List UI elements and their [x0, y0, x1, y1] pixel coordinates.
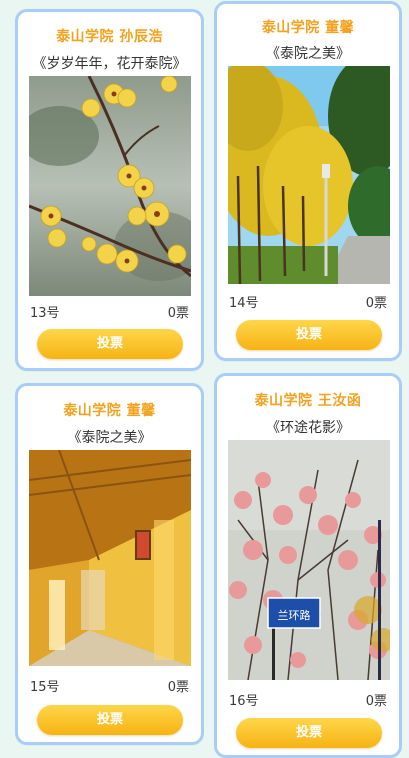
wintersweet-blossom-photo [29, 76, 191, 296]
entry-photo[interactable] [228, 66, 390, 284]
vote-count: 0票 [365, 694, 387, 709]
entry-card-15[interactable]: 泰山学院 董馨 《泰院之美》 15号 0票 投票 [15, 383, 204, 745]
entry-number: 14号 [229, 296, 259, 311]
card-author: 泰山学院 董馨 [261, 20, 355, 36]
card-author: 泰山学院 孙辰浩 [56, 29, 163, 45]
entry-number: 16号 [229, 694, 259, 709]
entry-number: 13号 [30, 306, 60, 321]
vote-count: 0票 [365, 296, 387, 311]
entry-photo[interactable] [29, 76, 191, 296]
vote-button[interactable]: 投票 [37, 705, 183, 735]
vote-button[interactable]: 投票 [236, 320, 382, 350]
sunlit-corridor-photo [29, 450, 191, 666]
card-author: 泰山学院 王汝函 [254, 393, 362, 409]
entry-photo[interactable]: 兰环路 [228, 440, 390, 680]
vote-count: 0票 [167, 306, 189, 321]
entry-card-13[interactable]: 泰山学院 孙辰浩 《岁岁年年，花开泰院》 13号 0票 投票 [15, 9, 204, 371]
plum-blossom-sign-photo: 兰环路 [228, 440, 390, 680]
card-title: 《泰院之美》 [266, 46, 350, 62]
vote-button[interactable]: 投票 [37, 329, 183, 359]
road-sign-text: 兰环路 [278, 609, 311, 622]
vote-button[interactable]: 投票 [236, 718, 382, 748]
vote-count: 0票 [167, 680, 189, 695]
entry-number: 15号 [30, 680, 60, 695]
entry-photo[interactable] [29, 450, 191, 666]
card-title: 《环途花影》 [266, 420, 350, 436]
entry-card-16[interactable]: 泰山学院 王汝函 《环途花影》 兰环路 16号 0票 投票 [214, 373, 402, 758]
entry-card-14[interactable]: 泰山学院 董馨 《泰院之美》 14号 0票 投票 [214, 1, 402, 361]
card-title: 《岁岁年年，花开泰院》 [32, 56, 187, 72]
card-author: 泰山学院 董馨 [63, 403, 156, 419]
ginkgo-avenue-photo [228, 66, 390, 284]
card-title: 《泰院之美》 [67, 430, 152, 446]
